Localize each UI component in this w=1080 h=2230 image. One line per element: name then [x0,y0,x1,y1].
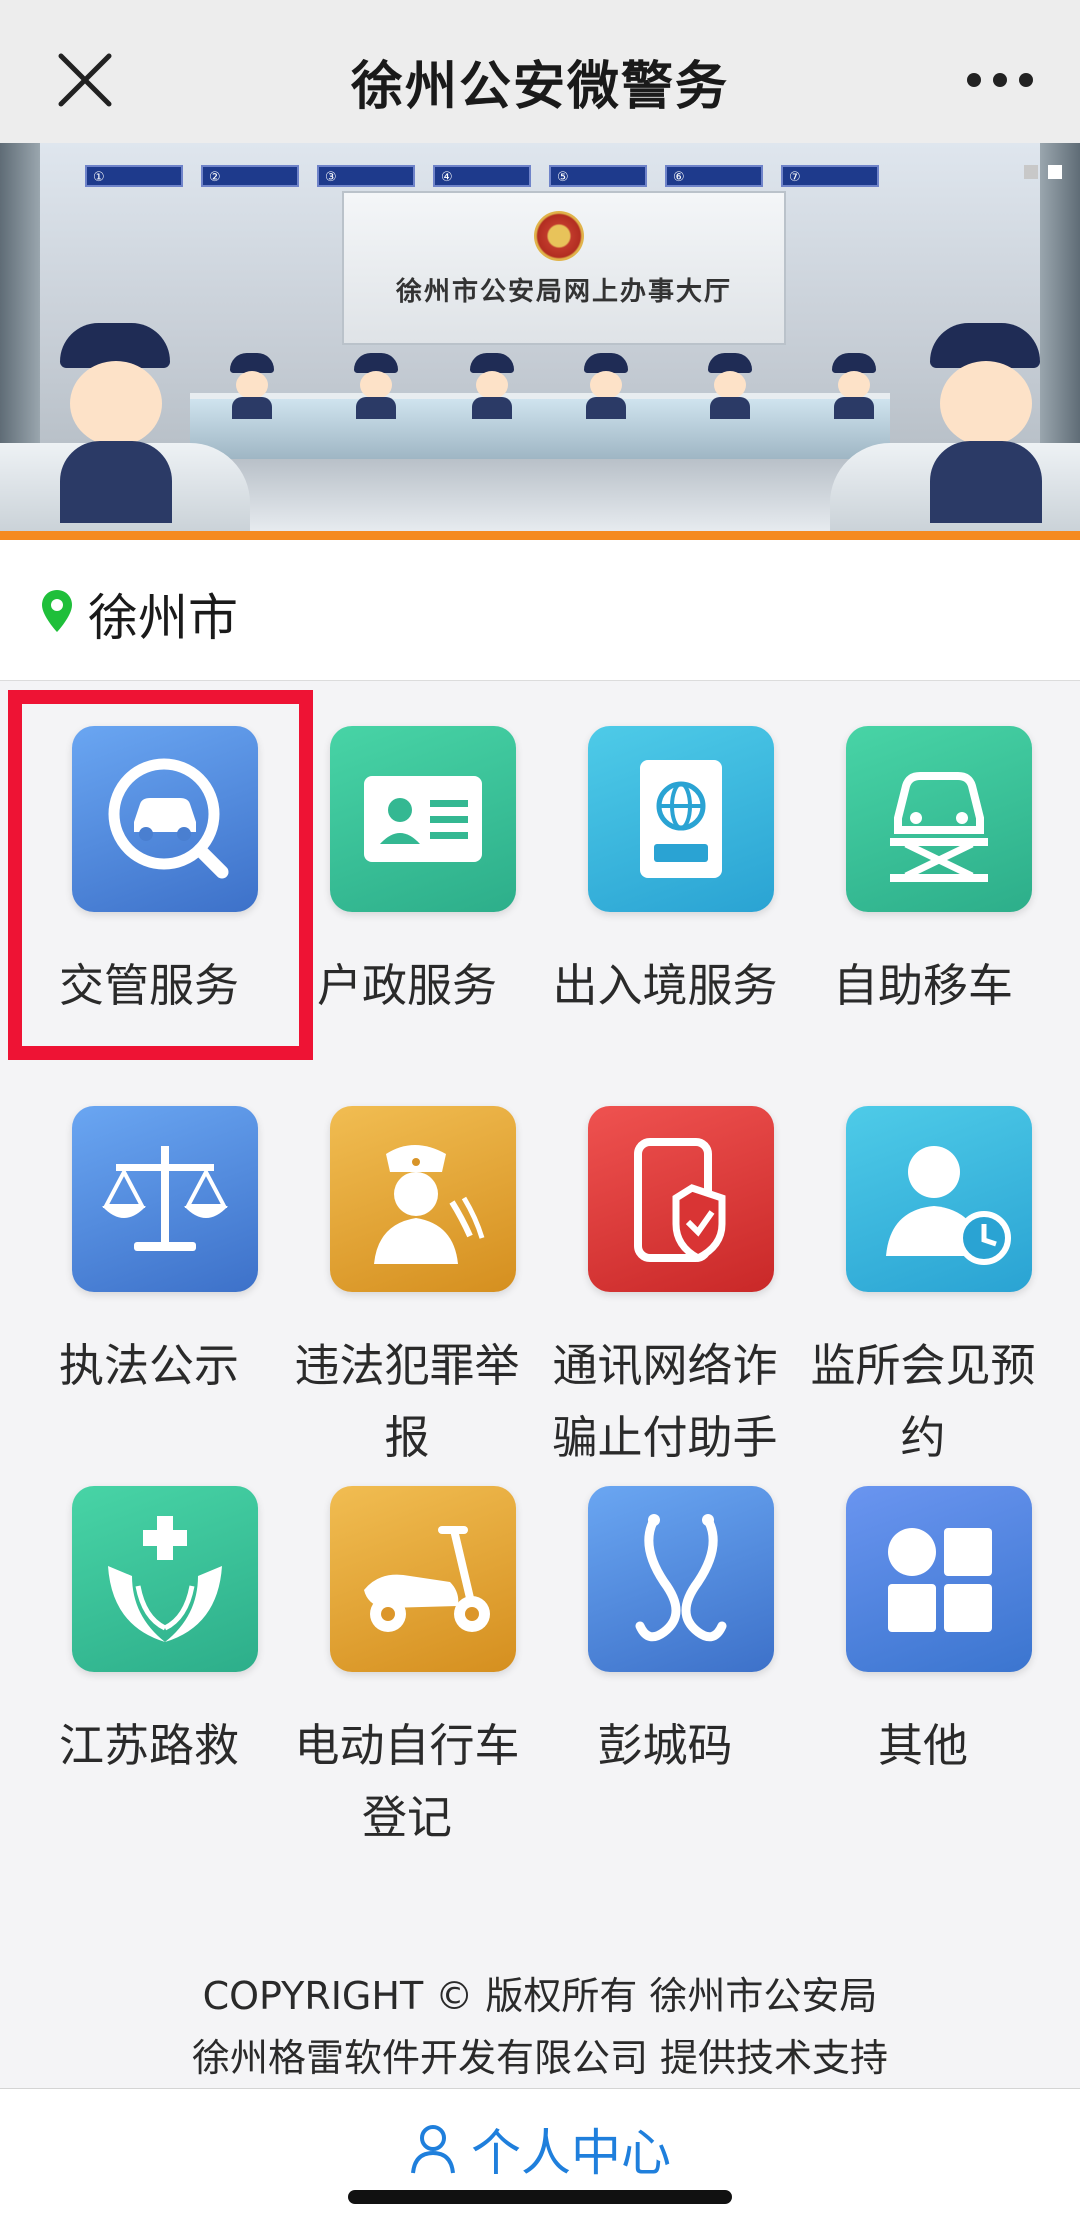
stethoscope-icon [635,1514,727,1642]
service-tile [588,1106,774,1292]
police-phone-icon [374,1145,485,1264]
counter-sign: ⑤ [549,165,647,187]
top-navigation-bar: 徐州公安微警务 [0,0,1080,144]
services-grid: 交管服务 户政服务 出入境服务 自助移车 执法公示 违法犯罪举报 通讯网络诈骗止… [0,680,1080,1930]
police-emblem-icon [534,211,584,261]
id-card-icon [364,776,482,862]
hall-back-wall: 徐州市公安局网上办事大厅 [342,191,786,345]
service-tile [846,726,1032,912]
officer-illustration [228,353,276,419]
service-road-rescue[interactable]: 江苏路救 [14,1440,284,1820]
service-tile [846,1106,1032,1292]
carousel-dot-active[interactable] [1048,165,1062,179]
current-city: 徐州市 [88,589,238,647]
service-traffic[interactable]: 交管服务 [14,680,284,1060]
officer-illustration [920,323,1050,523]
more-dots-icon[interactable] [960,60,1040,100]
officer-illustration [50,323,180,523]
tech-support-line: 徐州格雷软件开发有限公司 提供技术支持 [191,2036,889,2080]
service-household[interactable]: 户政服务 [272,680,542,1060]
tow-lift-icon [890,772,988,882]
scales-icon [102,1146,228,1251]
service-tile [72,726,258,912]
service-pengcheng-code[interactable]: 彭城码 [530,1440,800,1820]
service-tile [588,726,774,912]
counter-sign: ⑥ [665,165,763,187]
service-label: 电动自行车登记 [294,1719,520,1844]
service-tile [588,1486,774,1672]
carousel-dot[interactable] [1024,165,1038,179]
counter-sign: ⑦ [781,165,879,187]
service-detention-visit[interactable]: 监所会见预约 [788,1060,1058,1464]
home-indicator[interactable] [348,2190,732,2204]
car-search-icon [108,758,229,879]
banner-hall-title: 徐州市公安局网上办事大厅 [395,277,732,307]
service-tile [330,1106,516,1292]
user-outline-icon [411,2125,455,2174]
service-others[interactable]: 其他 [788,1440,1058,1820]
service-law-enforcement[interactable]: 执法公示 [14,1060,284,1440]
service-tile [846,1486,1032,1672]
tab-label: 个人中心 [471,2124,671,2182]
service-tile [330,1486,516,1672]
service-self-move-car[interactable]: 自助移车 [788,680,1058,1060]
officer-illustration [352,353,400,419]
service-label: 彭城码 [597,1719,733,1772]
service-label: 交管服务 [58,959,239,1012]
counter-sign: ① [85,165,183,187]
service-label: 其他 [877,1719,968,1772]
page-title: 徐州公安微警务 [350,57,729,117]
service-crime-report[interactable]: 违法犯罪举报 [272,1060,542,1464]
service-label: 江苏路救 [58,1719,239,1772]
counter-sign: ② [201,165,299,187]
service-tile [330,726,516,912]
tab-personal-center[interactable]: 个人中心 [0,2113,1080,2185]
copyright-footer: COPYRIGHT © 版权所有 徐州市公安局 徐州格雷软件开发有限公司 提供技… [0,1965,1080,2089]
person-clock-icon [886,1146,1011,1265]
copyright-line: COPYRIGHT © 版权所有 徐州市公安局 [202,1974,878,2018]
officer-illustration [468,353,516,419]
service-tile [72,1486,258,1672]
service-ebike-registration[interactable]: 电动自行车登记 [272,1440,542,1844]
location-bar[interactable]: 徐州市 [0,540,1080,681]
officer-illustration [582,353,630,419]
counter-signs: ① ② ③ ④ ⑤ ⑥ ⑦ [85,165,879,187]
service-counter [190,393,890,459]
apps-grid-icon [888,1528,992,1632]
officer-illustration [706,353,754,419]
service-immigration[interactable]: 出入境服务 [530,680,800,1060]
service-label: 出入境服务 [552,959,778,1012]
location-pin-icon [42,590,72,632]
service-label: 自助移车 [832,959,1013,1012]
officer-illustration [830,353,878,419]
banner-accent-line [0,531,1080,540]
scooter-icon [364,1526,490,1632]
phone-shield-icon [634,1138,726,1262]
counter-sign: ④ [433,165,531,187]
rescue-hands-icon [108,1516,222,1642]
service-label: 户政服务 [316,959,497,1012]
carousel-indicator[interactable] [1024,165,1062,179]
bottom-tab-bar: 个人中心 [0,2088,1080,2230]
banner-carousel[interactable]: ① ② ③ ④ ⑤ ⑥ ⑦ 徐州市公安局网上办事大厅 [0,143,1080,535]
service-tile [72,1106,258,1292]
service-label: 执法公示 [58,1339,239,1392]
passport-icon [640,760,722,878]
counter-sign: ③ [317,165,415,187]
service-anti-fraud[interactable]: 通讯网络诈骗止付助手 [530,1060,800,1464]
